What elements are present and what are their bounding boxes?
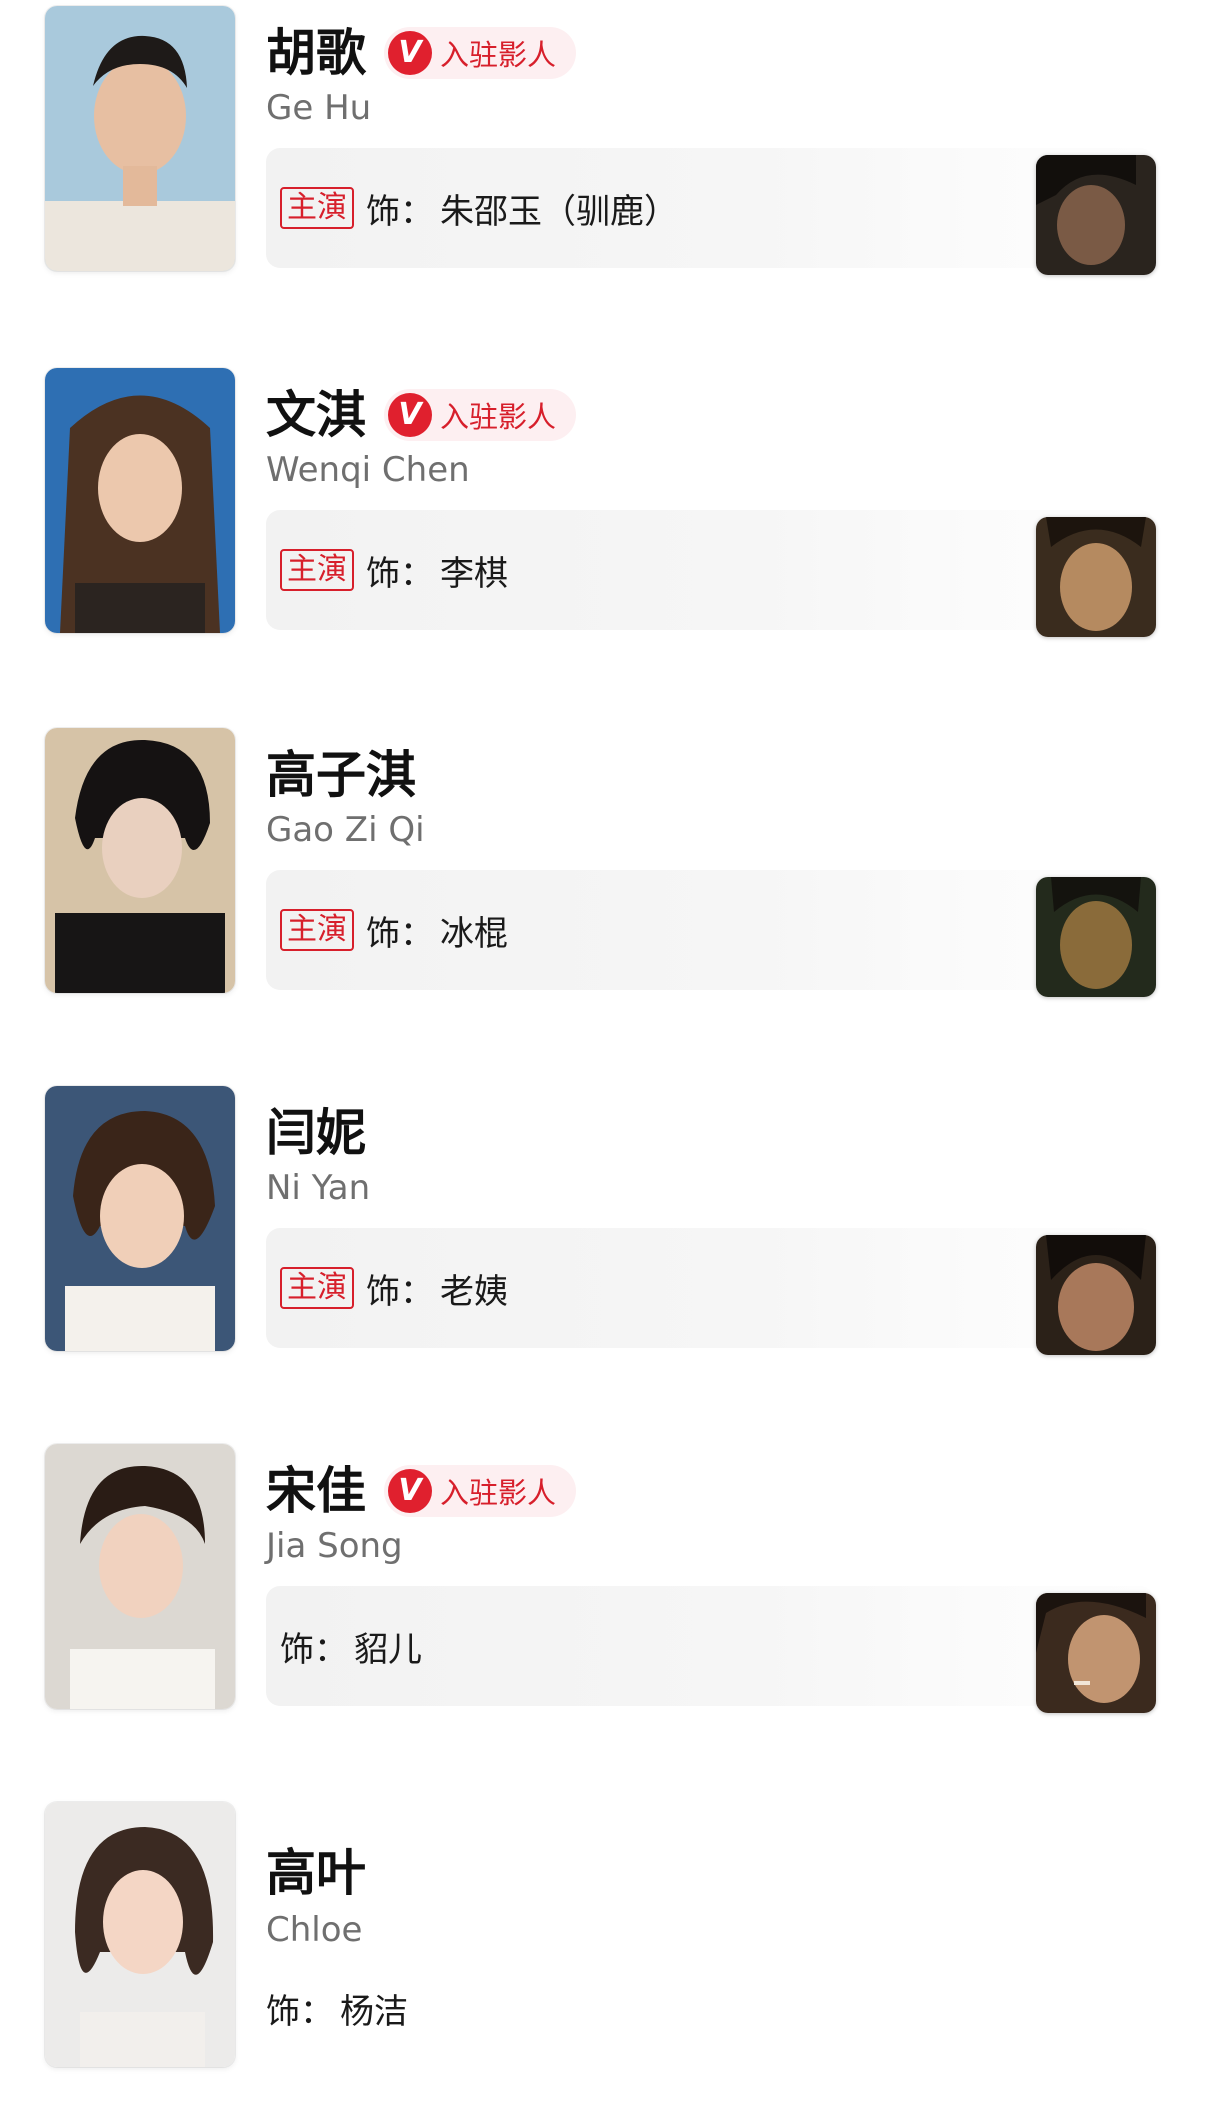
verified-badge[interactable]: V 入驻影人 — [384, 389, 577, 441]
name-line: 文淇 V 入驻影人 — [266, 380, 577, 450]
cast-item-1[interactable]: 胡歌 V 入驻影人 Ge Hu 主演 饰： 朱邵玉（驯鹿） — [0, 0, 1206, 280]
verified-v-icon: V — [388, 31, 432, 75]
lead-role-tag: 主演 — [280, 909, 354, 951]
actor-name-en: Gao Zi Qi — [266, 810, 425, 850]
actor-name-cn[interactable]: 胡歌 — [266, 23, 366, 83]
character-name: 李棋 — [440, 553, 508, 594]
actor-photo[interactable] — [45, 1444, 235, 1709]
actor-photo[interactable] — [45, 6, 235, 271]
name-line: 高子淇 — [266, 740, 416, 810]
actor-name-en: Chloe — [266, 1910, 363, 1950]
cast-item-4[interactable]: 闫妮 Ni Yan 主演 饰： 老姨 — [0, 1080, 1206, 1360]
actor-name-en: Ni Yan — [266, 1168, 371, 1208]
character-still[interactable] — [1036, 1593, 1156, 1713]
role-card[interactable]: 主演 饰： 李棋 — [266, 510, 1154, 630]
character-still[interactable] — [1036, 517, 1156, 637]
actor-name-en: Wenqi Chen — [266, 450, 470, 490]
actor-photo[interactable] — [45, 728, 235, 993]
character-name: 朱邵玉（驯鹿） — [440, 191, 678, 232]
role-card[interactable]: 饰： 貂儿 — [266, 1586, 1154, 1706]
role-prefix: 饰： — [266, 1991, 334, 2032]
actor-photo[interactable] — [45, 368, 235, 633]
role-prefix: 饰： — [366, 913, 434, 954]
verified-v-icon: V — [388, 393, 432, 437]
actor-name-en: Jia Song — [266, 1526, 403, 1566]
character-still[interactable] — [1036, 877, 1156, 997]
role-line[interactable]: 饰： 杨洁 — [266, 1978, 408, 2038]
verified-badge[interactable]: V 入驻影人 — [384, 27, 577, 79]
name-line: 宋佳 V 入驻影人 — [266, 1456, 577, 1526]
name-line: 闫妮 — [266, 1098, 366, 1168]
verified-v-icon: V — [388, 1469, 432, 1513]
lead-role-tag: 主演 — [280, 549, 354, 591]
actor-name-cn[interactable]: 文淇 — [266, 385, 366, 445]
role-prefix: 饰： — [280, 1629, 348, 1670]
role-card[interactable]: 主演 饰： 冰棍 — [266, 870, 1154, 990]
lead-role-tag: 主演 — [280, 1267, 354, 1309]
verified-badge-label: 入驻影人 — [440, 1476, 557, 1510]
character-name: 冰棍 — [440, 913, 508, 954]
lead-role-tag: 主演 — [280, 187, 354, 229]
character-still[interactable] — [1036, 1235, 1156, 1355]
cast-item-6[interactable]: 高叶 Chloe 饰： 杨洁 — [0, 1796, 1206, 2076]
role-prefix: 饰： — [366, 191, 434, 232]
role-prefix: 饰： — [366, 1271, 434, 1312]
cast-list: 胡歌 V 入驻影人 Ge Hu 主演 饰： 朱邵玉（驯鹿） 文淇 V 入驻影人 … — [0, 0, 1206, 2105]
name-line: 胡歌 V 入驻影人 — [266, 18, 577, 88]
role-card[interactable]: 主演 饰： 老姨 — [266, 1228, 1154, 1348]
cast-item-3[interactable]: 高子淇 Gao Zi Qi 主演 饰： 冰棍 — [0, 722, 1206, 1002]
cast-item-5[interactable]: 宋佳 V 入驻影人 Jia Song 饰： 貂儿 — [0, 1438, 1206, 1718]
character-name: 老姨 — [440, 1271, 508, 1312]
character-still[interactable] — [1036, 155, 1156, 275]
verified-badge-label: 入驻影人 — [440, 38, 557, 72]
actor-name-cn[interactable]: 宋佳 — [266, 1461, 366, 1521]
actor-photo[interactable] — [45, 1802, 235, 2067]
actor-name-cn[interactable]: 高叶 — [266, 1843, 366, 1903]
actor-name-en: Ge Hu — [266, 88, 372, 128]
role-card[interactable]: 主演 饰： 朱邵玉（驯鹿） — [266, 148, 1154, 268]
actor-name-cn[interactable]: 闫妮 — [266, 1103, 366, 1163]
verified-badge-label: 入驻影人 — [440, 400, 557, 434]
actor-name-cn[interactable]: 高子淇 — [266, 745, 416, 805]
actor-photo[interactable] — [45, 1086, 235, 1351]
cast-item-2[interactable]: 文淇 V 入驻影人 Wenqi Chen 主演 饰： 李棋 — [0, 362, 1206, 642]
name-line: 高叶 — [266, 1838, 366, 1908]
verified-badge[interactable]: V 入驻影人 — [384, 1465, 577, 1517]
character-name: 杨洁 — [340, 1991, 408, 2032]
role-prefix: 饰： — [366, 553, 434, 594]
character-name: 貂儿 — [354, 1629, 422, 1670]
